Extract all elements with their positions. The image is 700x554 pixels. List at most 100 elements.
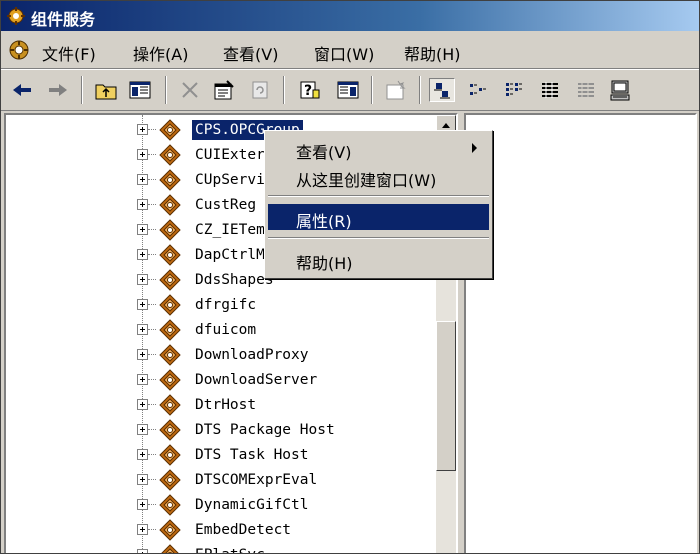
com-component-icon (159, 519, 181, 541)
tree-item[interactable]: dfuicom (6, 318, 436, 343)
help-icon[interactable]: ? (297, 78, 323, 102)
properties-icon[interactable] (211, 78, 237, 102)
expand-plus-icon[interactable] (137, 499, 148, 510)
expand-plus-icon[interactable] (137, 399, 148, 410)
com-component-icon (159, 444, 181, 466)
com-component-icon (159, 219, 181, 241)
tree-item[interactable]: DTSCOMExprEval (6, 468, 436, 493)
expand-plus-icon[interactable] (137, 149, 148, 160)
expand-plus-icon[interactable] (137, 324, 148, 335)
tree-connector (148, 154, 156, 155)
tree-item-label: DownloadProxy (195, 347, 309, 363)
expand-plus-icon[interactable] (137, 199, 148, 210)
component-services-window: 组件服务 文件(F) 操作(A) 查看(V) 窗口(W) 帮助(H) ? CPS… (0, 0, 700, 554)
expand-plus-icon[interactable] (137, 524, 148, 535)
svg-text:?: ? (304, 83, 312, 99)
tree-item[interactable]: dfrgifc (6, 293, 436, 318)
expand-plus-icon[interactable] (137, 349, 148, 360)
scroll-thumb[interactable] (436, 321, 456, 471)
tree-connector (148, 129, 156, 130)
com-component-icon (159, 144, 181, 166)
tree-connector (148, 479, 156, 480)
tree-item-label: dfrgifc (195, 297, 257, 313)
show-hide-tree-icon[interactable] (127, 78, 153, 102)
menu-help[interactable]: 帮助(H) (404, 41, 461, 65)
list-view-icon[interactable] (501, 78, 527, 102)
expand-plus-icon[interactable] (137, 299, 148, 310)
expand-plus-icon[interactable] (137, 124, 148, 135)
expand-plus-icon[interactable] (137, 549, 148, 553)
tree-item-label: DownloadServer (195, 372, 318, 388)
tree-item[interactable]: EPlatSvc (6, 543, 436, 553)
tree-item-label: EmbedDetect (195, 522, 292, 538)
tree-connector (148, 429, 156, 430)
back-arrow-icon[interactable] (9, 78, 35, 102)
ctx-new-window-menu-item[interactable]: 从这里创建窗口(W) (268, 163, 489, 190)
com-component-icon (159, 469, 181, 491)
up-folder-icon[interactable] (93, 78, 119, 102)
ctx-view-label: 查看(V) (296, 143, 352, 162)
com-component-icon (159, 419, 181, 441)
tree-connector (148, 254, 156, 255)
status-view-icon[interactable] (573, 78, 599, 102)
tree-connector (148, 404, 156, 405)
tree-connector (148, 504, 156, 505)
ctx-view-menu-item[interactable]: 查看(V) (268, 135, 489, 162)
tree-connector (148, 529, 156, 530)
tree-item-label: dfuicom (195, 322, 257, 338)
tree-item-label: EPlatSvc (192, 545, 268, 553)
com-component-icon (159, 369, 181, 391)
tree-item[interactable]: DTS Package Host (6, 418, 436, 443)
com-component-icon (159, 344, 181, 366)
tree-item[interactable]: EmbedDetect (6, 518, 436, 543)
menu-view[interactable]: 查看(V) (223, 41, 278, 65)
menu-window[interactable]: 窗口(W) (314, 41, 374, 65)
tree-connector (148, 304, 156, 305)
ctx-help-label: 帮助(H) (296, 254, 353, 273)
component-services-icon (7, 7, 25, 25)
expand-plus-icon[interactable] (137, 249, 148, 260)
tree-connector (148, 204, 156, 205)
tree-item[interactable]: DtrHost (6, 393, 436, 418)
tree-item[interactable]: DownloadServer (6, 368, 436, 393)
small-icons-view-icon[interactable] (465, 78, 491, 102)
tree-item[interactable]: DTS Task Host (6, 443, 436, 468)
menu-bar: 文件(F) 操作(A) 查看(V) 窗口(W) 帮助(H) (1, 32, 699, 69)
menu-action[interactable]: 操作(A) (133, 41, 188, 65)
refresh-icon[interactable] (247, 78, 273, 102)
ctx-help-menu-item[interactable]: 帮助(H) (268, 246, 489, 273)
title-bar[interactable]: 组件服务 (1, 1, 699, 31)
context-menu: 查看(V) 从这里创建窗口(W) 属性(R) 帮助(H) (264, 130, 493, 279)
detail-view-icon[interactable] (537, 78, 563, 102)
forward-arrow-icon[interactable] (45, 78, 71, 102)
large-icons-view-icon[interactable] (429, 78, 455, 102)
tree-item[interactable]: DynamicGifCtl (6, 493, 436, 518)
com-component-icon (159, 169, 181, 191)
ctx-properties-label: 属性(R) (296, 212, 352, 231)
tree-item-label: DynamicGifCtl (195, 497, 309, 513)
expand-plus-icon[interactable] (137, 449, 148, 460)
expand-plus-icon[interactable] (137, 174, 148, 185)
computer-icon[interactable] (607, 78, 633, 102)
tree-connector (148, 454, 156, 455)
ctx-separator (268, 195, 489, 197)
expand-plus-icon[interactable] (137, 274, 148, 285)
ctx-properties-menu-item[interactable]: 属性(R) (268, 204, 489, 231)
toolbar: ? (1, 69, 699, 111)
tree-connector (148, 229, 156, 230)
expand-plus-icon[interactable] (137, 224, 148, 235)
toolbar-separator (283, 76, 285, 104)
menu-file[interactable]: 文件(F) (42, 41, 96, 65)
tree-item-label: DTSCOMExprEval (195, 472, 318, 488)
tree-item[interactable]: DownloadProxy (6, 343, 436, 368)
submenu-arrow-icon (472, 143, 477, 153)
toolbar-separator (165, 76, 167, 104)
details-pane[interactable] (464, 113, 697, 553)
expand-plus-icon[interactable] (137, 474, 148, 485)
delete-icon[interactable] (177, 78, 203, 102)
expand-plus-icon[interactable] (137, 424, 148, 435)
show-hide-action-pane-icon[interactable] (335, 78, 361, 102)
expand-plus-icon[interactable] (137, 374, 148, 385)
console-system-menu-icon[interactable] (7, 38, 31, 62)
new-window-icon[interactable] (383, 78, 409, 102)
